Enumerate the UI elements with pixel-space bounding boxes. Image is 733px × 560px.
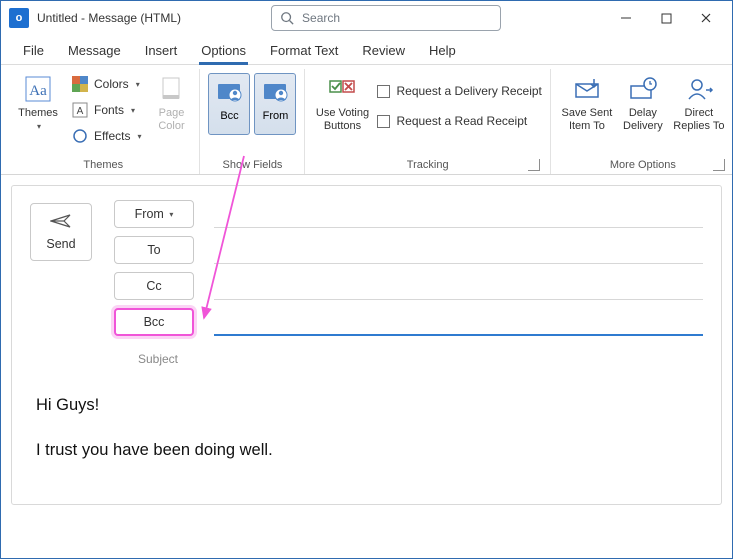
group-label-more-options: More Options bbox=[559, 157, 727, 174]
fonts-icon: A bbox=[71, 101, 89, 119]
subject-label: Subject bbox=[114, 350, 202, 366]
effects-icon bbox=[71, 127, 89, 145]
minimize-button[interactable] bbox=[606, 4, 646, 32]
from-toggle[interactable]: From bbox=[254, 73, 296, 135]
bcc-toggle[interactable]: Bcc bbox=[208, 73, 250, 135]
group-more-options: Save Sent Item To Delay Delivery Direct … bbox=[551, 69, 733, 174]
send-icon bbox=[50, 213, 72, 232]
page-color-icon bbox=[155, 73, 187, 105]
window-controls bbox=[606, 4, 726, 32]
save-sent-icon bbox=[571, 73, 603, 105]
tab-review[interactable]: Review bbox=[350, 37, 417, 64]
search-placeholder: Search bbox=[302, 11, 340, 25]
voting-icon bbox=[326, 73, 358, 105]
group-show-fields: Bcc From Show Fields bbox=[200, 69, 305, 174]
tab-insert[interactable]: Insert bbox=[133, 37, 190, 64]
page-color-button[interactable]: Page Color bbox=[151, 71, 191, 132]
from-button[interactable]: From ▾ bbox=[114, 200, 194, 228]
effects-button[interactable]: Effects▾ bbox=[67, 125, 145, 147]
close-button[interactable] bbox=[686, 4, 726, 32]
tab-file[interactable]: File bbox=[11, 37, 56, 64]
body-line-1: Hi Guys! bbox=[36, 394, 693, 417]
direct-replies-button[interactable]: Direct Replies To bbox=[671, 71, 727, 132]
tab-message[interactable]: Message bbox=[56, 37, 133, 64]
delay-icon bbox=[627, 73, 659, 105]
tab-help[interactable]: Help bbox=[417, 37, 468, 64]
voting-buttons[interactable]: Use Voting Buttons bbox=[313, 71, 371, 132]
dialog-launcher-icon[interactable] bbox=[713, 159, 725, 171]
to-field[interactable] bbox=[214, 236, 703, 264]
from-field[interactable] bbox=[214, 200, 703, 228]
group-tracking: Use Voting Buttons Request a Delivery Re… bbox=[305, 69, 550, 174]
bcc-field[interactable] bbox=[214, 308, 703, 336]
themes-button[interactable]: Aa Themes ▾ bbox=[15, 71, 61, 131]
svg-text:Aa: Aa bbox=[29, 83, 47, 99]
chevron-down-icon: ▾ bbox=[37, 122, 41, 131]
send-button[interactable]: Send bbox=[30, 203, 92, 261]
from-icon bbox=[262, 78, 288, 107]
chevron-down-icon: ▾ bbox=[169, 210, 173, 219]
title-bar: o Untitled - Message (HTML) Search bbox=[1, 1, 732, 35]
search-icon bbox=[280, 11, 294, 25]
group-label-themes: Themes bbox=[15, 157, 191, 174]
cc-field[interactable] bbox=[214, 272, 703, 300]
colors-button[interactable]: Colors▾ bbox=[67, 73, 145, 95]
search-input[interactable]: Search bbox=[271, 5, 501, 31]
compose-area: Send From ▾ To Cc Bcc Subject Hi Guys! I… bbox=[1, 175, 732, 505]
save-sent-button[interactable]: Save Sent Item To bbox=[559, 71, 615, 132]
message-body[interactable]: Hi Guys! I trust you have been doing wel… bbox=[30, 372, 703, 494]
delivery-receipt-checkbox[interactable]: Request a Delivery Receipt bbox=[377, 81, 541, 101]
ribbon: Aa Themes ▾ Colors▾ A Fonts▾ Effects▾ bbox=[1, 65, 732, 175]
ribbon-tabs: File Message Insert Options Format Text … bbox=[1, 35, 732, 65]
group-label-tracking: Tracking bbox=[313, 157, 541, 174]
dialog-launcher-icon[interactable] bbox=[528, 159, 540, 171]
read-receipt-checkbox[interactable]: Request a Read Receipt bbox=[377, 111, 541, 131]
checkbox-icon bbox=[377, 115, 390, 128]
fonts-button[interactable]: A Fonts▾ bbox=[67, 99, 145, 121]
delay-delivery-button[interactable]: Delay Delivery bbox=[619, 71, 667, 132]
group-themes: Aa Themes ▾ Colors▾ A Fonts▾ Effects▾ bbox=[7, 69, 200, 174]
svg-text:A: A bbox=[77, 106, 84, 117]
themes-icon: Aa bbox=[22, 73, 54, 105]
colors-icon bbox=[71, 75, 89, 93]
outlook-icon: o bbox=[9, 8, 29, 28]
tab-format-text[interactable]: Format Text bbox=[258, 37, 350, 64]
cc-button[interactable]: Cc bbox=[114, 272, 194, 300]
window-title: Untitled - Message (HTML) bbox=[37, 11, 181, 25]
checkbox-icon bbox=[377, 85, 390, 98]
to-button[interactable]: To bbox=[114, 236, 194, 264]
bcc-button[interactable]: Bcc bbox=[114, 308, 194, 336]
tab-options[interactable]: Options bbox=[189, 37, 258, 64]
direct-replies-icon bbox=[683, 73, 715, 105]
maximize-button[interactable] bbox=[646, 4, 686, 32]
group-label-show-fields: Show Fields bbox=[208, 157, 296, 174]
subject-field[interactable] bbox=[214, 344, 703, 372]
body-line-2: I trust you have been doing well. bbox=[36, 439, 693, 462]
bcc-icon bbox=[216, 78, 242, 107]
